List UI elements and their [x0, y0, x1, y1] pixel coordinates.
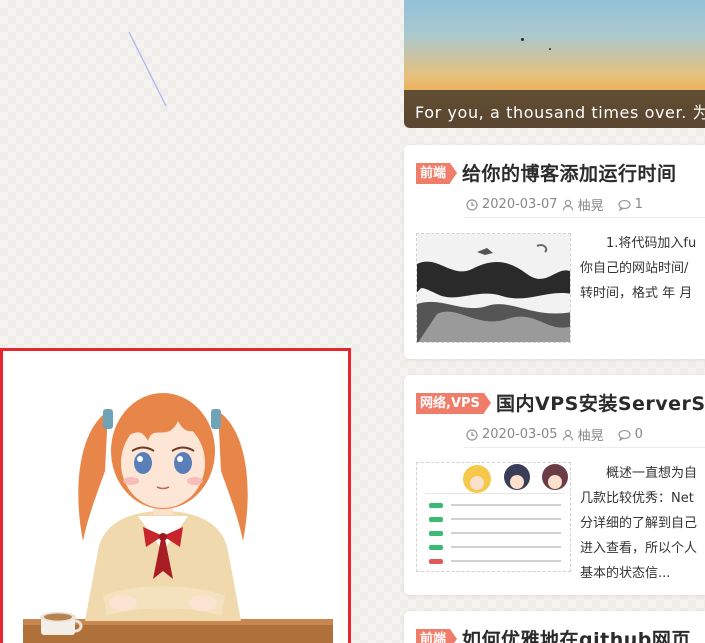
- user-icon: [562, 429, 573, 441]
- comment-icon: [617, 199, 631, 211]
- mascot-widget[interactable]: [0, 348, 351, 643]
- post-title[interactable]: 给你的博客添加运行时间: [462, 159, 677, 186]
- post-card[interactable]: 前端 如何优雅地在github网页: [404, 611, 705, 643]
- post-title[interactable]: 如何优雅地在github网页: [462, 625, 691, 643]
- comment-count[interactable]: 1: [635, 197, 643, 212]
- post-meta: 2020-03-05 柚晃 0: [466, 425, 643, 444]
- divider: [464, 217, 705, 218]
- excerpt-line: 概述一直想为自: [580, 466, 698, 481]
- post-author[interactable]: 柚晃: [578, 195, 604, 214]
- bird-dot: [521, 38, 524, 41]
- excerpt-line: 几款比较优秀：Net: [580, 491, 694, 506]
- comment-count[interactable]: 0: [635, 427, 643, 442]
- post-excerpt: 概述一直想为自 几款比较优秀：Net 分详细的了解到自己 进入查看，所以个人 基…: [580, 461, 705, 586]
- post-date: 2020-03-07: [482, 197, 558, 212]
- comment-icon: [617, 429, 631, 441]
- post-meta: 2020-03-07 柚晃 1: [466, 195, 643, 214]
- post-author[interactable]: 柚晃: [578, 425, 604, 444]
- post-title[interactable]: 国内VPS安装ServerSt: [496, 389, 705, 416]
- category-tag[interactable]: 前端: [416, 163, 458, 184]
- excerpt-line: 1.将代码加入fu: [580, 236, 697, 251]
- bird-dot: [549, 48, 551, 50]
- post-card[interactable]: 前端 给你的博客添加运行时间 2020-03-07 柚晃 1 1.将代码加入fu…: [404, 145, 705, 359]
- excerpt-line: 转时间，格式 年 月: [580, 286, 693, 301]
- mascot-girl-illustration: [23, 393, 333, 643]
- clock-icon: [466, 428, 478, 441]
- excerpt-line: 进入查看，所以个人: [580, 541, 698, 556]
- post-excerpt: 1.将代码加入fu 你自己的网站时间/ 转时间，格式 年 月: [580, 231, 705, 306]
- banner-caption: For you, a thousand times over. 为你，千千万万遍: [404, 90, 705, 128]
- post-date: 2020-03-05: [482, 427, 558, 442]
- banner-carousel[interactable]: For you, a thousand times over. 为你，千千万万遍: [404, 0, 705, 128]
- excerpt-line: 分详细的了解到自己: [580, 516, 698, 531]
- user-icon: [562, 199, 573, 211]
- category-tag[interactable]: 网络,VPS: [416, 393, 491, 414]
- excerpt-line: 你自己的网站时间/: [580, 261, 689, 276]
- divider: [464, 447, 705, 448]
- category-tag[interactable]: 前端: [416, 629, 458, 643]
- post-thumbnail[interactable]: [416, 462, 571, 572]
- post-card[interactable]: 网络,VPS 国内VPS安装ServerSt 2020-03-05 柚晃 0 概…: [404, 375, 705, 595]
- excerpt-line: 基本的状态信...: [580, 566, 671, 581]
- clock-icon: [466, 198, 478, 211]
- post-thumbnail[interactable]: [416, 233, 571, 343]
